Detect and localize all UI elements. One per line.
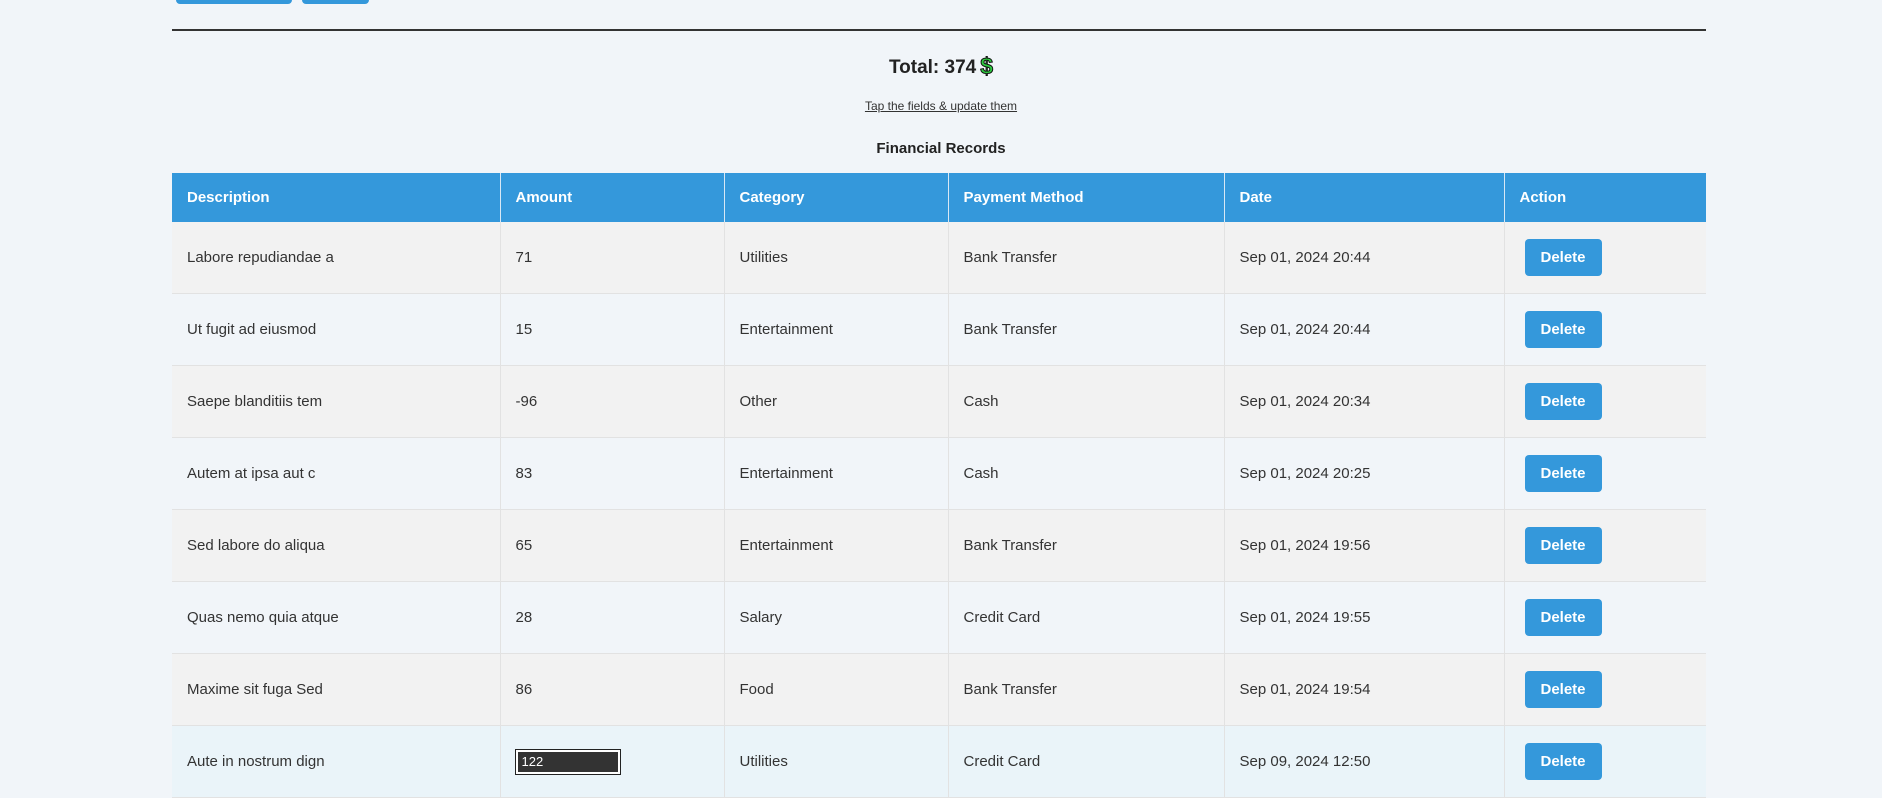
cell-description[interactable]: Ut fugit ad eiusmod: [172, 293, 501, 366]
table-row: Saepe blanditiis tem -96 Other Cash Sep …: [172, 365, 1706, 438]
cell-amount[interactable]: 28: [500, 581, 725, 654]
cell-date: Sep 01, 2024 19:55: [1224, 581, 1505, 654]
cell-action: Delete: [1504, 581, 1706, 654]
cell-description[interactable]: Autem at ipsa aut c: [172, 437, 501, 510]
cell-date: Sep 01, 2024 20:34: [1224, 365, 1505, 438]
cell-amount[interactable]: 65: [500, 509, 725, 582]
total-label: Total: 374: [888, 57, 977, 78]
table-row: Sed labore do aliqua 65 Entertainment Ba…: [172, 509, 1706, 582]
cell-description[interactable]: Quas nemo quia atque: [172, 581, 501, 654]
top-button-group: [176, 0, 369, 4]
delete-button[interactable]: Delete: [1524, 599, 1602, 636]
table-header: Description Amount Category Payment Meth…: [172, 173, 1706, 222]
cell-description[interactable]: Sed labore do aliqua: [172, 509, 501, 582]
delete-button[interactable]: Delete: [1524, 239, 1602, 276]
table-row: Ut fugit ad eiusmod 15 Entertainment Ban…: [172, 293, 1706, 366]
cell-payment-method[interactable]: Credit Card: [948, 725, 1225, 798]
cell-amount[interactable]: -96: [500, 365, 725, 438]
cell-payment-method[interactable]: Bank Transfer: [948, 653, 1225, 726]
cell-description[interactable]: Saepe blanditiis tem: [172, 365, 501, 438]
cell-action: Delete: [1504, 509, 1706, 582]
cell-payment-method[interactable]: Cash: [948, 365, 1225, 438]
cell-description[interactable]: Maxime sit fuga Sed: [172, 653, 501, 726]
top-action-button-1[interactable]: [176, 0, 292, 4]
header-row: Description Amount Category Payment Meth…: [172, 173, 1706, 222]
cell-date: Sep 01, 2024 20:25: [1224, 437, 1505, 510]
cell-amount[interactable]: 71: [500, 222, 725, 294]
delete-button[interactable]: Delete: [1524, 671, 1602, 708]
cell-action: Delete: [1504, 293, 1706, 366]
cell-amount[interactable]: 83: [500, 437, 725, 510]
cell-category[interactable]: Entertainment: [724, 293, 949, 366]
cell-category[interactable]: Entertainment: [724, 509, 949, 582]
table-row: Maxime sit fuga Sed 86 Food Bank Transfe…: [172, 653, 1706, 726]
table-row: Autem at ipsa aut c 83 Entertainment Cas…: [172, 437, 1706, 510]
cell-date: Sep 01, 2024 19:56: [1224, 509, 1505, 582]
delete-button[interactable]: Delete: [1524, 311, 1602, 348]
total-display: Total: 374 $: [0, 53, 1882, 80]
cell-amount[interactable]: 15: [500, 293, 725, 366]
cell-date: Sep 09, 2024 12:50: [1224, 725, 1505, 798]
cell-action: Delete: [1504, 437, 1706, 510]
dollar-icon: $: [980, 53, 994, 80]
cell-category[interactable]: Entertainment: [724, 437, 949, 510]
cell-description[interactable]: Aute in nostrum dign: [172, 725, 501, 798]
edit-hint: Tap the fields & update them: [0, 99, 1882, 113]
delete-button[interactable]: Delete: [1524, 383, 1602, 420]
top-action-button-2[interactable]: [302, 0, 369, 4]
column-header-description: Description: [172, 173, 501, 222]
cell-payment-method[interactable]: Cash: [948, 437, 1225, 510]
cell-action: Delete: [1504, 653, 1706, 726]
edit-hint-link[interactable]: Tap the fields & update them: [865, 99, 1017, 113]
delete-button[interactable]: Delete: [1524, 527, 1602, 564]
cell-date: Sep 01, 2024 20:44: [1224, 222, 1505, 294]
table-row: Labore repudiandae a 71 Utilities Bank T…: [172, 222, 1706, 294]
table-body: Labore repudiandae a 71 Utilities Bank T…: [172, 222, 1706, 798]
table-row-editing: Aute in nostrum dign Utilities Credit Ca…: [172, 725, 1706, 798]
column-header-category: Category: [724, 173, 949, 222]
column-header-payment-method: Payment Method: [948, 173, 1225, 222]
table-title: Financial Records: [876, 140, 1006, 157]
cell-category[interactable]: Salary: [724, 581, 949, 654]
amount-edit-input[interactable]: [514, 748, 621, 775]
cell-description[interactable]: Labore repudiandae a: [172, 222, 501, 294]
cell-amount[interactable]: 86: [500, 653, 725, 726]
cell-payment-method[interactable]: Bank Transfer: [948, 222, 1225, 294]
cell-date: Sep 01, 2024 20:44: [1224, 293, 1505, 366]
cell-action: Delete: [1504, 365, 1706, 438]
cell-action: Delete: [1504, 725, 1706, 798]
cell-payment-method[interactable]: Bank Transfer: [948, 509, 1225, 582]
divider: [172, 29, 1706, 31]
cell-category[interactable]: Utilities: [724, 222, 949, 294]
cell-category[interactable]: Utilities: [724, 725, 949, 798]
cell-date: Sep 01, 2024 19:54: [1224, 653, 1505, 726]
column-header-amount: Amount: [500, 173, 725, 222]
page: Total: 374 $ Tap the fields & update them…: [0, 0, 1882, 798]
delete-button[interactable]: Delete: [1524, 455, 1602, 492]
cell-payment-method[interactable]: Bank Transfer: [948, 293, 1225, 366]
cell-amount: [500, 725, 725, 798]
cell-payment-method[interactable]: Credit Card: [948, 581, 1225, 654]
table-row: Quas nemo quia atque 28 Salary Credit Ca…: [172, 581, 1706, 654]
column-header-date: Date: [1224, 173, 1505, 222]
column-header-action: Action: [1504, 173, 1706, 222]
cell-category[interactable]: Food: [724, 653, 949, 726]
delete-button[interactable]: Delete: [1524, 743, 1602, 780]
cell-category[interactable]: Other: [724, 365, 949, 438]
cell-action: Delete: [1504, 222, 1706, 294]
financial-records-table: Description Amount Category Payment Meth…: [172, 173, 1706, 798]
